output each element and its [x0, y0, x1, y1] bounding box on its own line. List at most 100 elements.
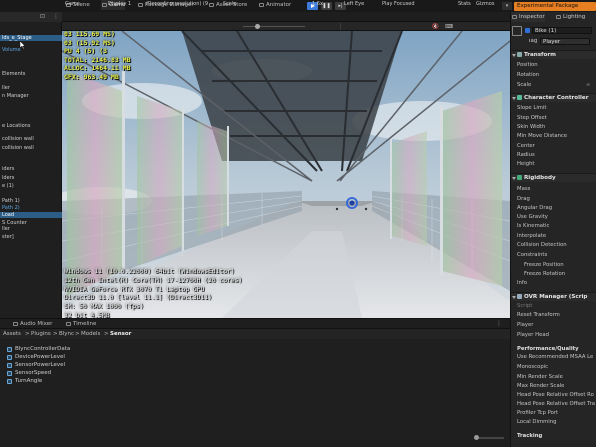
hierarchy-item[interactable]: Load: [0, 212, 62, 218]
system-info-line: SM: 50 MAX 1000 (fps): [64, 303, 144, 311]
object-name-field[interactable]: Bike (1): [532, 27, 592, 34]
breadcrumb-item[interactable]: Blync: [59, 329, 74, 339]
inspector-field[interactable]: Script: [517, 303, 532, 309]
hierarchy-item[interactable]: Elements: [0, 71, 62, 77]
transform-header[interactable]: Transform: [511, 50, 596, 59]
asset-item[interactable]: SensorPowerLevel: [7, 362, 65, 369]
inspector-field[interactable]: Skin Width: [517, 124, 545, 130]
tab-inspector[interactable]: Inspector: [511, 12, 545, 22]
breadcrumb-item[interactable]: Models: [81, 329, 100, 339]
foldout-icon: [512, 177, 516, 180]
hierarchy-item[interactable]: iders: [0, 166, 62, 172]
tab-animator[interactable]: Animator: [258, 0, 291, 10]
inspector-field[interactable]: Local Dimming: [517, 419, 556, 425]
hierarchy-item[interactable]: Volume: [0, 47, 62, 53]
inspector-field[interactable]: Scale: [517, 82, 531, 88]
inspector-field[interactable]: Drag: [517, 196, 530, 202]
ovr-manager-header[interactable]: OVR Manager (Scrip: [511, 292, 596, 301]
inspector-field[interactable]: Center: [517, 143, 535, 149]
inspector-field[interactable]: Slope Limit: [517, 105, 547, 111]
inspector-field[interactable]: Freeze Rotation: [524, 271, 565, 277]
icon-size-slider-thumb[interactable]: [474, 435, 479, 440]
hierarchy-item[interactable]: ster]: [0, 234, 62, 240]
inspector-field[interactable]: Min Move Distance: [517, 133, 567, 139]
breadcrumb-item[interactable]: Sensor: [110, 329, 131, 339]
breadcrumb-item[interactable]: Assets: [3, 329, 21, 339]
inspector-field[interactable]: Collision Detection: [517, 242, 567, 248]
hierarchy-item[interactable]: e (1): [0, 183, 62, 189]
link-icon[interactable]: ∞: [586, 82, 590, 88]
divider: [340, 23, 341, 30]
inspector-field[interactable]: Angular Drag: [517, 205, 552, 211]
eye-dropdown[interactable]: Left Eye: [344, 0, 364, 9]
hierarchy-item[interactable]: Path 1): [0, 198, 62, 204]
tag-dropdown[interactable]: Player: [540, 38, 590, 45]
inspector-field[interactable]: Head Pose Relative Offset Ro: [517, 392, 594, 398]
hierarchy-item[interactable]: e Locations: [0, 123, 62, 129]
inspector-field[interactable]: Is Kinematic: [517, 223, 549, 229]
tab-lighting[interactable]: Lighting: [555, 12, 585, 22]
tracking-section: Tracking: [517, 433, 543, 439]
rigidbody-icon: [517, 175, 522, 180]
lock-icon[interactable]: ⊡: [40, 13, 48, 21]
inspector-field[interactable]: Mass: [517, 186, 530, 192]
inspector-field[interactable]: Step Offset: [517, 115, 547, 121]
breadcrumb-item[interactable]: Plugins: [31, 329, 51, 339]
inspector-field[interactable]: Info: [517, 280, 527, 286]
hierarchy-item[interactable]: ller: [0, 226, 62, 232]
inspector-field[interactable]: Max Render Scale: [517, 383, 564, 389]
hierarchy-item[interactable]: collision wall: [0, 136, 62, 142]
inspector-field[interactable]: Freeze Position: [524, 262, 564, 268]
inspector-field[interactable]: Player Head: [517, 332, 549, 338]
inspector-field[interactable]: Profiler Tcp Port: [517, 410, 558, 416]
inspector-field[interactable]: Player: [517, 322, 533, 328]
play-mode-dropdown[interactable]: Play Focused: [382, 0, 415, 9]
inspector-field[interactable]: Use Recommended MSAA Le: [517, 354, 593, 360]
asset-item[interactable]: SensorSpeed: [7, 370, 51, 377]
inspector-field[interactable]: Reset Transform: [517, 312, 560, 318]
inspector-field[interactable]: Head Pose Relative Offset Tra: [517, 401, 595, 407]
inspector-field[interactable]: Position: [517, 62, 538, 68]
stat-line: GFX: 963.49 MB: [64, 72, 119, 81]
inspector-field[interactable]: Rotation: [517, 72, 539, 78]
display-dropdown[interactable]: Display 1: [108, 0, 131, 9]
experimental-packages-badge[interactable]: Experimental Package: [514, 2, 596, 11]
active-checkbox[interactable]: [525, 28, 530, 33]
breadcrumb-separator: >: [75, 331, 80, 337]
gizmos-dropdown[interactable]: Gizmos: [476, 0, 494, 9]
inspector-field[interactable]: Constraints: [517, 252, 547, 258]
inspector-field[interactable]: Min Render Scale: [517, 374, 563, 380]
hierarchy-item[interactable]: ller: [0, 85, 62, 91]
hierarchy-item[interactable]: Path 2): [0, 205, 62, 211]
hierarchy-item[interactable]: n Manager: [0, 93, 62, 99]
shortcut-icon[interactable]: ⌨: [445, 24, 453, 30]
scale-slider-thumb[interactable]: [255, 24, 260, 29]
hierarchy-item[interactable]: collision wall: [0, 145, 62, 151]
game-icon: [102, 3, 107, 7]
inspector-field[interactable]: Radius: [517, 152, 535, 158]
inspector-field[interactable]: Height: [517, 161, 535, 167]
tab-audio-mixer[interactable]: Audio Mixer: [12, 319, 52, 329]
stats-button[interactable]: Stats: [458, 0, 471, 9]
hierarchy-item[interactable]: lders: [0, 175, 62, 181]
resolution-dropdown[interactable]: (Recording resolution) (9: [146, 0, 208, 9]
asset-item[interactable]: DevicePowerLevel: [7, 354, 65, 361]
hierarchy-item[interactable]: lds_e_Stage: [0, 35, 62, 41]
inspector-field[interactable]: Monoscopic: [517, 364, 548, 370]
asset-item[interactable]: BlyncControllerData: [7, 346, 70, 353]
tag-label: Tag: [528, 39, 538, 44]
mute-audio-icon[interactable]: 🔇: [432, 24, 440, 30]
scale-slider[interactable]: [243, 26, 305, 27]
tab-timeline[interactable]: Timeline: [65, 319, 96, 329]
asset-label: SensorSpeed: [15, 370, 52, 376]
rigidbody-header[interactable]: Rigidbody: [511, 173, 596, 182]
inspector-field[interactable]: Use Gravity: [517, 214, 548, 220]
more-options-icon[interactable]: ⋮: [496, 320, 502, 327]
layout-dropdown[interactable]: ▾: [502, 2, 512, 10]
character-controller-header[interactable]: Character Controller: [511, 93, 596, 102]
editor-tabbar: [62, 12, 510, 22]
asset-item[interactable]: TurnAngle: [7, 378, 42, 385]
more-options-icon[interactable]: ⋮: [53, 13, 61, 21]
inspector-field[interactable]: Interpolate: [517, 233, 546, 239]
game-view-dropdown[interactable]: Game: [65, 0, 80, 9]
